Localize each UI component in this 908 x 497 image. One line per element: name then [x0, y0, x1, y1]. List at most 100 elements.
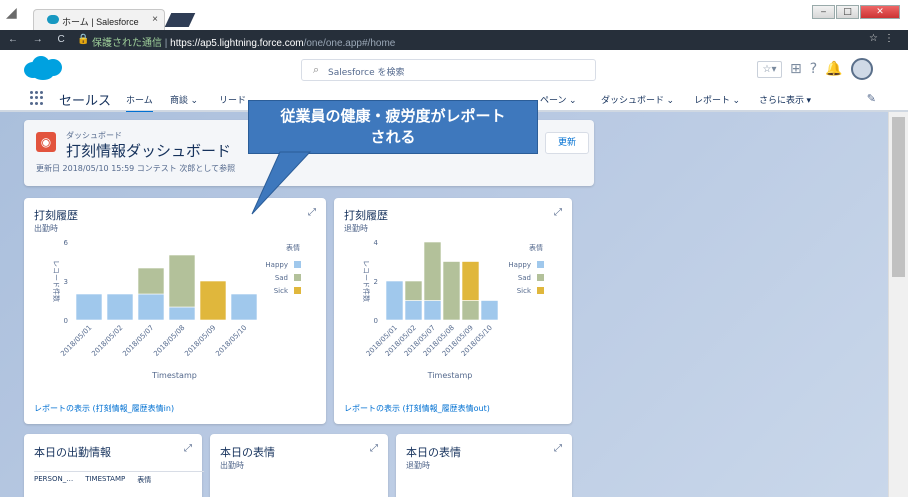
legend-label: Sick [517, 287, 532, 295]
nav-arrows-icon[interactable]: ← → C [8, 34, 71, 45]
chart-title: 打刻履歴 [344, 209, 388, 222]
nav-item-opportunities[interactable]: 商談 ⌄ [170, 93, 198, 106]
bar-segment [423, 300, 442, 321]
x-tick-label: 2018/05/02 [90, 324, 124, 358]
new-tab-button[interactable] [164, 13, 196, 27]
x-tick-label: 2018/05/07 [121, 324, 155, 358]
y-tick-label: 6 [64, 239, 69, 247]
bar-segment [75, 293, 103, 321]
global-search-input[interactable]: ⌕ Salesforce を検索 [301, 59, 596, 81]
bar-segment [385, 280, 404, 321]
help-icon[interactable]: ? [810, 61, 817, 77]
legend-label: Sad [518, 274, 531, 282]
salesforce-header: ⌕ Salesforce を検索 ☆▾ ⊞ ? 🔔 [0, 50, 908, 86]
table-header: PERSON_… TIMESTAMP 表情 [34, 471, 204, 485]
bar-segment [199, 280, 227, 321]
x-tick-label: 2018/05/08 [152, 324, 186, 358]
today-attendance-card: 本日の出勤情報 ⤢ PERSON_… TIMESTAMP 表情 [24, 434, 204, 497]
url-text[interactable]: 保護された通信 | https://ap5.lightning.force.co… [92, 34, 395, 49]
nav-item-dashboards[interactable]: ダッシュボード ⌄ [601, 93, 674, 106]
nav-item-campaigns[interactable]: ペーン ⌄ [540, 93, 577, 106]
dashboard-icon: ◉ [36, 132, 56, 152]
bar-segment [442, 261, 461, 321]
address-bar[interactable]: ← → C 🔒 保護された通信 | https://ap5.lightning.… [0, 30, 908, 50]
minimize-button[interactable]: ‒ [812, 5, 835, 19]
legend-swatch [294, 261, 301, 268]
chart-subtitle: 退勤時 [344, 224, 368, 233]
close-button[interactable]: ✕ [860, 5, 900, 19]
bar-segment [168, 306, 196, 321]
browser-tab[interactable]: ホーム | Salesforce × [33, 9, 165, 30]
today-mood-out-card: 本日の表情 退勤時 ⤢ [396, 434, 572, 497]
search-placeholder: Salesforce を検索 [328, 68, 405, 78]
url-path: /one/one.app#/home [303, 38, 396, 49]
legend-swatch [537, 261, 544, 268]
scrollbar-thumb[interactable] [892, 117, 905, 277]
refresh-button[interactable]: 更新 [545, 132, 589, 154]
salesforce-logo[interactable] [22, 54, 64, 82]
favorites-star-icon[interactable]: ☆▾ [757, 60, 782, 78]
legend-label: Sick [274, 287, 289, 295]
chart-title: 打刻履歴 [34, 209, 78, 222]
x-tick-label: 2018/05/09 [183, 324, 217, 358]
tab-close-icon[interactable]: × [152, 14, 158, 25]
add-icon[interactable]: ⊞ [790, 61, 802, 77]
edit-nav-pencil-icon[interactable]: ✎ [867, 92, 876, 105]
expand-icon[interactable]: ⤢ [554, 207, 562, 218]
card-title: 本日の表情 [406, 446, 461, 459]
column-header[interactable]: PERSON_… [34, 475, 73, 485]
card-title: 本日の出勤情報 [34, 446, 111, 459]
tab-title: ホーム | Salesforce [62, 17, 139, 27]
x-tick-label: 2018/05/01 [59, 324, 93, 358]
search-icon: ⌕ [313, 63, 320, 76]
bar-segment [230, 293, 258, 321]
url-secure-label: 保護された通信 [92, 38, 162, 49]
maximize-button[interactable]: □ [836, 5, 859, 19]
nav-item-leads[interactable]: リード [219, 93, 246, 106]
bookmark-star-icon[interactable]: ☆ [869, 33, 878, 44]
chart-card-out: 打刻履歴 退勤時 ⤢ 0 2 4 レコード件数 2018/05/01 2018/05/02… [334, 198, 572, 424]
main-content: ◉ ダッシュボード 打刻情報ダッシュボード 更新日 2018/05/10 15:… [0, 112, 888, 497]
nav-item-reports[interactable]: レポート ⌄ [694, 93, 740, 106]
expand-icon[interactable]: ⤢ [370, 443, 378, 454]
bar-segment [461, 261, 480, 301]
expand-icon[interactable]: ⤢ [184, 443, 192, 454]
bar-segment [404, 280, 423, 301]
report-link[interactable]: レポートの表示 (打刻情報_履歴表情in) [34, 403, 174, 414]
bar-segment [404, 300, 423, 321]
y-tick-label: 2 [374, 278, 378, 286]
card-subtitle: 出勤時 [220, 461, 244, 470]
callout-pointer [251, 151, 312, 215]
legend-label: Happy [265, 261, 288, 269]
notification-bell-icon[interactable]: 🔔 [825, 61, 842, 77]
callout-annotation: 従業員の健康・疲労度がレポート される [248, 100, 538, 154]
expand-icon[interactable]: ⤢ [554, 443, 562, 454]
legend-swatch [537, 274, 544, 281]
column-header[interactable]: TIMESTAMP [85, 475, 125, 485]
bar-segment [480, 300, 499, 321]
bar-segment [461, 300, 480, 321]
y-tick-label: 3 [64, 278, 68, 286]
page-scrollbar[interactable] [888, 112, 908, 497]
x-axis-label: Timestamp [151, 371, 197, 380]
card-title: 本日の表情 [220, 446, 275, 459]
nav-item-home[interactable]: ホーム [126, 93, 153, 114]
column-header[interactable]: 表情 [137, 475, 151, 485]
browser-menu-icon[interactable]: ⋮ [884, 33, 894, 44]
tab-bar: ◢ ホーム | Salesforce × ‒ □ ✕ [0, 0, 908, 30]
legend-label: Happy [508, 261, 531, 269]
nav-item-more[interactable]: さらに表示 ▾ [759, 93, 811, 106]
bar-segment [423, 241, 442, 301]
bar-segment [137, 267, 165, 295]
chart-svg-in: 036レコード件数2018/05/012018/05/022018/05/072… [52, 239, 301, 380]
user-profile-icon[interactable]: ◢ [6, 5, 24, 21]
bar-segment [106, 293, 134, 321]
chart-subtitle: 出勤時 [34, 224, 58, 233]
callout-line-2: される [370, 128, 416, 146]
y-tick-label: 0 [374, 317, 378, 325]
app-launcher-icon[interactable] [30, 91, 44, 105]
avatar[interactable] [850, 58, 873, 80]
callout-line-1: 従業員の健康・疲労度がレポート [280, 107, 506, 125]
report-link[interactable]: レポートの表示 (打刻情報_履歴表情out) [344, 403, 490, 414]
window-controls: ‒ □ ✕ [812, 5, 900, 19]
